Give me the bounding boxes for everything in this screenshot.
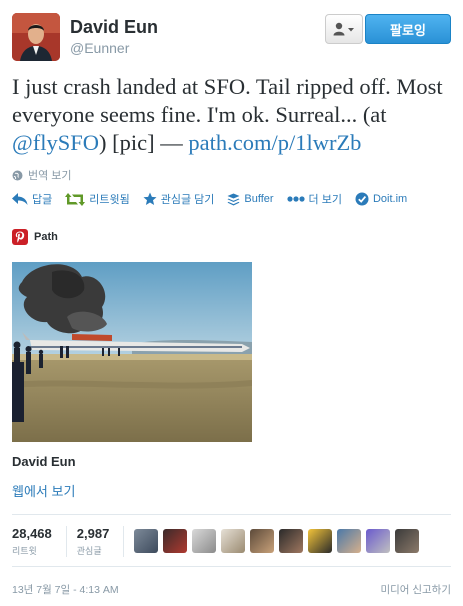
card-source[interactable]: Path bbox=[12, 229, 58, 245]
retweet-icon bbox=[65, 192, 86, 206]
buffer-label: Buffer bbox=[244, 193, 274, 205]
favorite-label: 관심글 담기 bbox=[160, 194, 215, 206]
screen-name[interactable]: @Eunner bbox=[70, 39, 158, 57]
avatar[interactable] bbox=[12, 13, 60, 61]
reply-button[interactable]: 답글 bbox=[12, 191, 52, 207]
card-author[interactable]: David Eun bbox=[12, 454, 76, 469]
more-label: 더 보기 bbox=[308, 194, 342, 206]
globe-icon bbox=[12, 170, 23, 180]
tweet-actions: 답글 리트윗됨 관심글 담기 Buffer 더 보기 Doit.im bbox=[12, 191, 420, 207]
favorite-count-label: 관심글 bbox=[76, 546, 102, 556]
checkmark-icon bbox=[355, 192, 369, 206]
user-names: David Eun @Eunner bbox=[70, 16, 158, 57]
buffer-button[interactable]: Buffer bbox=[227, 193, 274, 206]
person-icon bbox=[333, 22, 354, 36]
buffer-icon bbox=[227, 193, 240, 205]
crash-photo[interactable] bbox=[12, 262, 252, 442]
retweet-count-label: 리트윗 bbox=[12, 546, 37, 556]
avatar[interactable] bbox=[192, 529, 217, 553]
avatar[interactable] bbox=[163, 529, 188, 553]
card-source-label: Path bbox=[34, 231, 58, 243]
reply-label: 답글 bbox=[32, 194, 53, 206]
stats-bottom-divider bbox=[12, 566, 451, 567]
favorite-count-value: 2,987 bbox=[76, 526, 110, 541]
doit-label: Doit.im bbox=[372, 193, 408, 205]
retweet-count[interactable]: 28,468 리트윗 bbox=[12, 526, 67, 557]
avatar[interactable] bbox=[395, 529, 420, 553]
avatar[interactable] bbox=[250, 529, 275, 553]
retweet-button[interactable]: 리트윗됨 bbox=[65, 191, 130, 207]
timestamp[interactable]: 13년 7월 7일 - 4:13 AM bbox=[12, 584, 119, 596]
mention-link[interactable]: @flySFO bbox=[12, 130, 99, 155]
more-dots-icon bbox=[286, 196, 305, 202]
tweet-stats: 28,468 리트윗 2,987 관심글 bbox=[12, 526, 420, 557]
pinterest-icon bbox=[12, 229, 28, 245]
retweet-label: 리트윗됨 bbox=[89, 194, 130, 206]
tweet-text: I just crash landed at SFO. Tail ripped … bbox=[12, 73, 452, 157]
avatar[interactable] bbox=[134, 529, 159, 553]
full-name[interactable]: David Eun bbox=[70, 16, 158, 38]
retweet-count-value: 28,468 bbox=[12, 526, 52, 541]
tweet-text-mid: ) [pic] — bbox=[99, 130, 189, 155]
avatar[interactable] bbox=[221, 529, 246, 553]
star-icon bbox=[143, 192, 157, 205]
doit-button[interactable]: Doit.im bbox=[355, 192, 407, 206]
tweet-footer: 13년 7월 7일 - 4:13 AM 미디어 신고하기 bbox=[12, 582, 451, 597]
favorite-button[interactable]: 관심글 담기 bbox=[143, 191, 215, 207]
avatar[interactable] bbox=[308, 529, 333, 553]
url-link[interactable]: path.com/p/1lwrZb bbox=[188, 130, 361, 155]
tweet-header: David Eun @Eunner 팔로잉 bbox=[12, 13, 451, 63]
follow-button[interactable]: 팔로잉 bbox=[365, 14, 451, 44]
user-actions-dropdown[interactable] bbox=[325, 14, 363, 44]
more-button[interactable]: 더 보기 bbox=[286, 191, 342, 207]
avatar[interactable] bbox=[279, 529, 304, 553]
translate-link[interactable]: 번역 보기 bbox=[12, 167, 72, 183]
avatar[interactable] bbox=[337, 529, 362, 553]
avatar[interactable] bbox=[366, 529, 391, 553]
reply-icon bbox=[12, 193, 28, 205]
report-media-link[interactable]: 미디어 신고하기 bbox=[380, 582, 451, 597]
view-on-web-link[interactable]: 웹에서 보기 bbox=[12, 481, 75, 500]
translate-label: 번역 보기 bbox=[28, 170, 72, 182]
favorite-count[interactable]: 2,987 관심글 bbox=[77, 526, 125, 557]
stats-top-divider bbox=[12, 514, 451, 515]
tweet-text-main: I just crash landed at SFO. Tail ripped … bbox=[12, 74, 443, 127]
user-faces bbox=[134, 529, 420, 553]
